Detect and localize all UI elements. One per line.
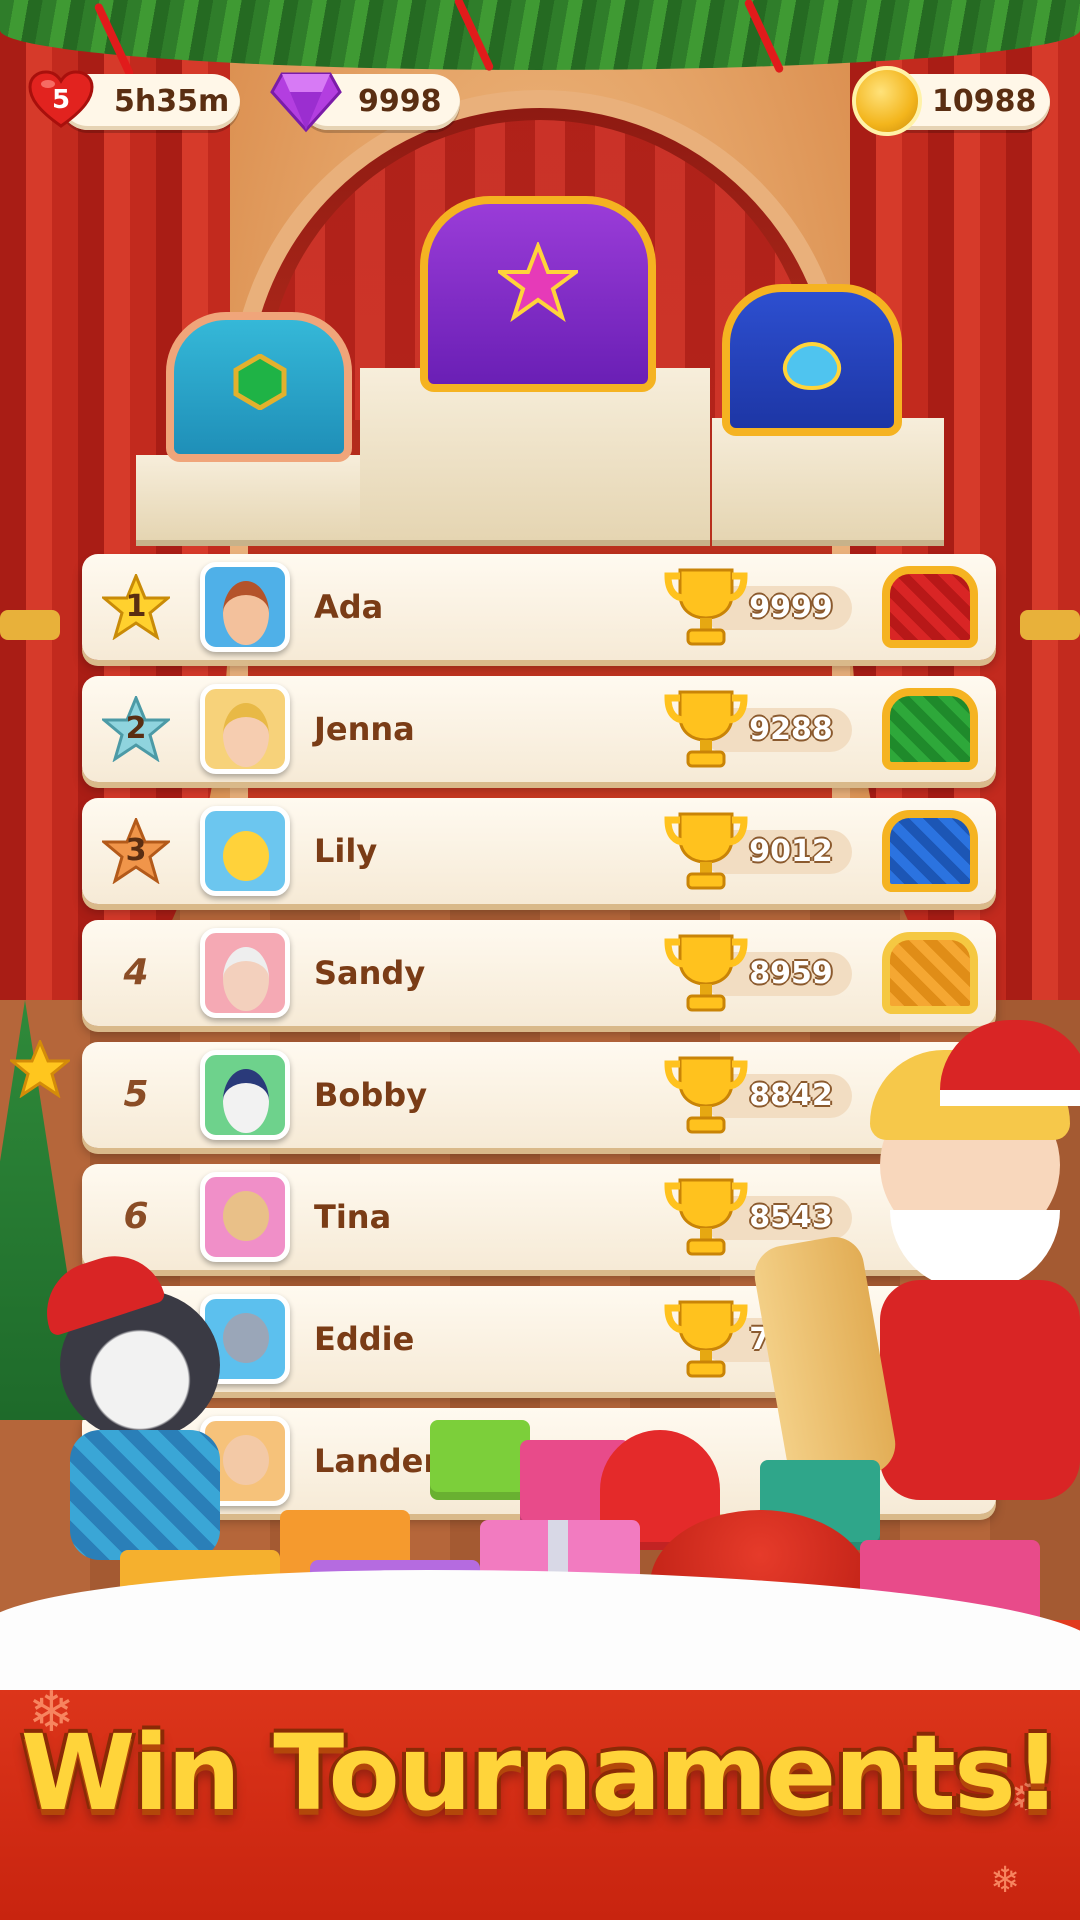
leaderboard-row[interactable]: 3 Lily 9012 [82, 798, 996, 904]
lives-timer: 5h35m [114, 84, 230, 119]
player-name: Jenna [314, 710, 415, 748]
player-name: Sandy [314, 954, 426, 992]
player-name: Bobby [314, 1076, 428, 1114]
game-scene: 5h35m 5 9998 10988 1 Ada 9999 2 Jenna 92… [0, 0, 1080, 1920]
player-name: Lily [314, 832, 378, 870]
lives-count: 5 [51, 85, 71, 115]
star-emblem-icon [498, 242, 578, 322]
curtain-tie-left [0, 610, 60, 640]
coin-icon [852, 66, 922, 136]
rank-number: 2 [125, 711, 147, 746]
rank-number: 1 [125, 589, 147, 624]
rank-number: 4 [123, 952, 149, 993]
avatar [200, 562, 290, 652]
player-score: 8959 [749, 956, 833, 991]
avatar [200, 1172, 290, 1262]
rank-number: 5 [123, 1074, 149, 1115]
avatar [200, 1050, 290, 1140]
podium-chest-third [722, 284, 902, 436]
player-name: Tina [314, 1198, 392, 1236]
red-chest-icon [882, 566, 978, 648]
leaderboard-row[interactable]: 2 Jenna 9288 [82, 676, 996, 782]
gift-box [430, 1420, 530, 1500]
headline: Win Tournaments! [20, 1712, 1062, 1834]
orange-chest-icon [882, 932, 978, 1014]
player-score: 8543 [749, 1200, 833, 1235]
player-score: 9288 [749, 712, 833, 747]
podium-chest-first [420, 196, 656, 392]
gem-icon [270, 72, 342, 133]
coins-value: 10988 [932, 84, 1037, 119]
leaderboard-row[interactable]: 1 Ada 9999 [82, 554, 996, 660]
player-score: 9999 [749, 590, 833, 625]
emerald-icon [233, 354, 287, 410]
podium-chest-second [166, 312, 352, 462]
rank-number: 3 [125, 833, 147, 868]
player-name: Landen [314, 1442, 447, 1480]
player-score: 8842 [749, 1078, 833, 1113]
podium-first [360, 368, 710, 540]
gems-value: 9998 [358, 84, 442, 119]
avatar [200, 928, 290, 1018]
bulldog-character [30, 1242, 240, 1560]
curtain-tie-right [1020, 610, 1080, 640]
blue-chest-icon [882, 810, 978, 892]
podium-second [136, 455, 376, 540]
avatar [200, 684, 290, 774]
rank-number: 6 [123, 1196, 149, 1237]
leaderboard-row[interactable]: 5 Bobby 8842 [82, 1042, 996, 1148]
podium-third [712, 418, 944, 540]
snowflake-icon: ❄ [990, 1860, 1021, 1901]
avatar [200, 806, 290, 896]
shell-icon [782, 342, 842, 390]
star-ornament-icon [7, 1038, 73, 1102]
leaderboard-row[interactable]: 4 Sandy 8959 [82, 920, 996, 1026]
green-chest-icon [882, 688, 978, 770]
player-score: 9012 [749, 834, 833, 869]
player-name: Eddie [314, 1320, 415, 1358]
player-name: Ada [314, 588, 384, 626]
